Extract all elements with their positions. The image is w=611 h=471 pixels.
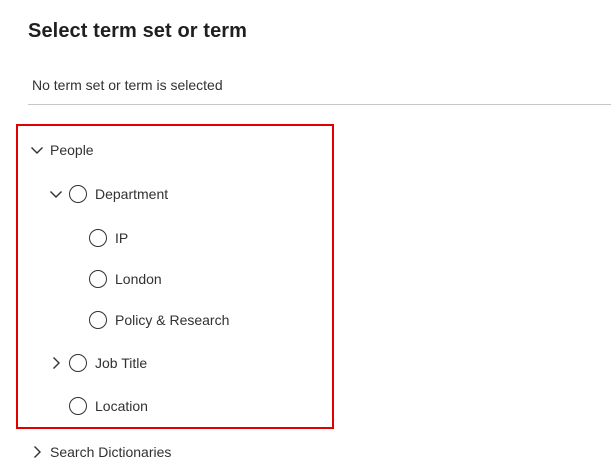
divider bbox=[28, 104, 611, 105]
tree-item-people[interactable]: People bbox=[30, 138, 94, 162]
highlight-box bbox=[16, 124, 334, 429]
tree-item-label: People bbox=[50, 142, 94, 158]
tree-item-search-dictionaries[interactable]: Search Dictionaries bbox=[30, 440, 171, 464]
tree-item-location[interactable]: Location bbox=[69, 394, 148, 418]
tree-item-policy-research[interactable]: Policy & Research bbox=[89, 308, 229, 332]
tree-item-label: Search Dictionaries bbox=[50, 444, 172, 460]
chevron-right-icon[interactable] bbox=[30, 445, 44, 459]
radio-circle-icon[interactable] bbox=[69, 185, 87, 203]
tree-item-label: IP bbox=[115, 230, 129, 246]
tree-item-label: Location bbox=[95, 398, 148, 414]
tree-item-label: Job Title bbox=[95, 355, 148, 371]
radio-circle-icon[interactable] bbox=[69, 354, 87, 372]
radio-circle-icon[interactable] bbox=[89, 270, 107, 288]
radio-circle-icon[interactable] bbox=[89, 311, 107, 329]
tree-item-job-title[interactable]: Job Title bbox=[49, 351, 147, 375]
tree-item-london[interactable]: London bbox=[89, 267, 162, 291]
tree-item-label: London bbox=[115, 271, 162, 287]
chevron-down-icon[interactable] bbox=[49, 187, 63, 201]
tree-item-ip[interactable]: IP bbox=[89, 226, 128, 250]
chevron-down-icon[interactable] bbox=[30, 143, 44, 157]
tree-item-department[interactable]: Department bbox=[49, 182, 168, 206]
selection-status: No term set or term is selected bbox=[32, 77, 223, 93]
chevron-right-icon[interactable] bbox=[49, 356, 63, 370]
tree-item-label: Department bbox=[95, 186, 169, 202]
radio-circle-icon[interactable] bbox=[69, 397, 87, 415]
radio-circle-icon[interactable] bbox=[89, 229, 107, 247]
page-title: Select term set or term bbox=[28, 20, 248, 42]
tree-item-label: Policy & Research bbox=[115, 312, 230, 328]
term-picker-panel: Select term set or term No term set or t… bbox=[0, 0, 611, 471]
